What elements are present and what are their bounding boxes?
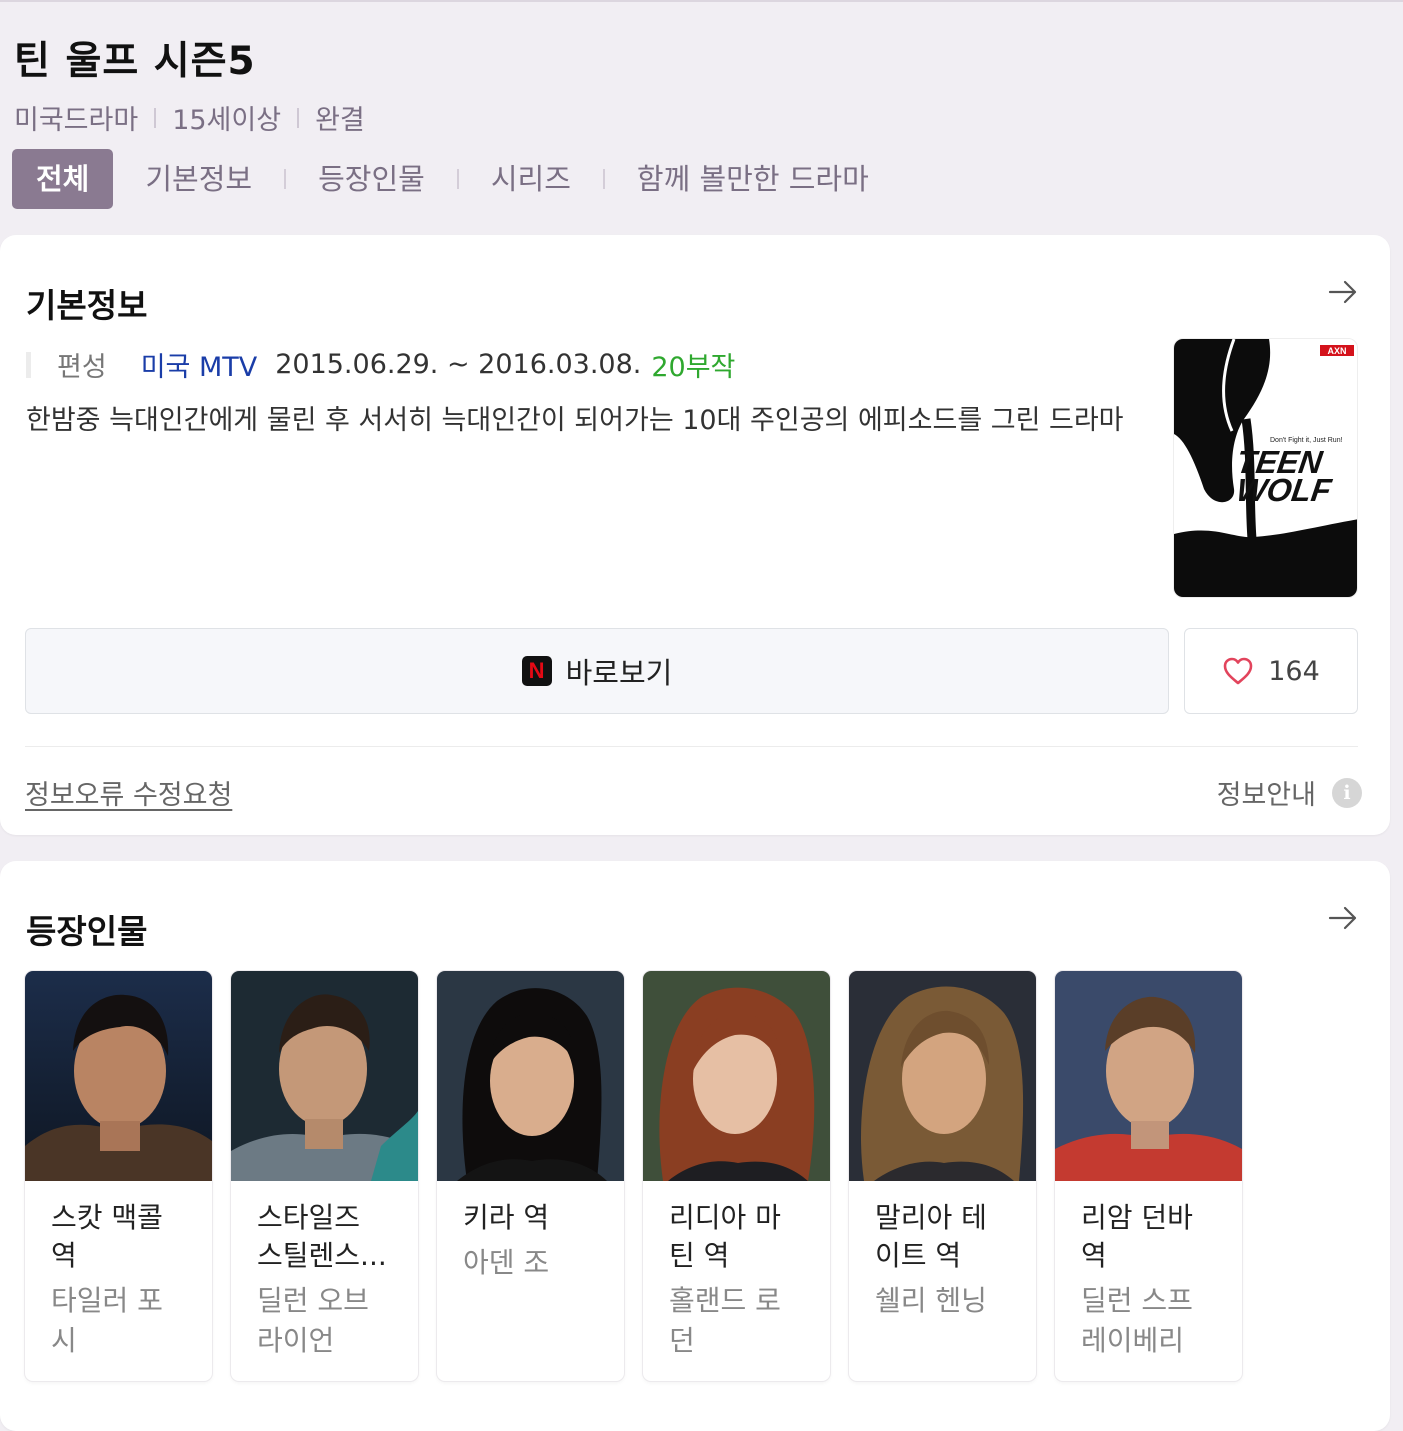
cast-actor: 아덴 조 xyxy=(463,1246,550,1279)
poster-channel: AXN xyxy=(1327,346,1346,356)
netflix-icon: N xyxy=(521,656,552,686)
info-guide-label: 정보안내 xyxy=(1216,780,1316,811)
meta-status: 완결 xyxy=(315,105,365,136)
cast-item[interactable]: 스타일즈 스틸렌스... 딜런 오브라이언 xyxy=(231,971,418,1381)
poster-art: AXN Don't Fight it, Just Run! TEEN WOLF xyxy=(1174,339,1357,597)
meta-separator xyxy=(154,107,157,128)
poster-title-2: WOLF xyxy=(1234,472,1335,508)
info-guide-button[interactable]: 정보안내 i xyxy=(1217,773,1362,812)
cast-actor: 홀랜드 로던 xyxy=(669,1284,781,1357)
meta-line: 미국드라마 15세이상 완결 xyxy=(14,98,365,137)
cast-actor: 딜런 오브라이언 xyxy=(257,1284,369,1357)
episode-count: 20부작 xyxy=(651,352,736,383)
broadcast-info: 편성 미국 MTV 2015.06.29. ~ 2016.03.08. 20부작 xyxy=(26,345,735,384)
basic-info-card: 기본정보 편성 미국 MTV 2015.06.29. ~ 2016.03.08.… xyxy=(0,235,1390,835)
arrow-right-icon[interactable] xyxy=(1326,275,1360,309)
meta-genre: 미국드라마 xyxy=(14,105,139,136)
top-border xyxy=(0,0,1403,2)
meta-rating: 15세이상 xyxy=(172,105,282,136)
cast-card: 등장인물 스캇 맥콜 역 타일러 포시 스타일즈 스틸렌스... 딜런 오브라이… xyxy=(0,861,1390,1431)
broadcast-label: 편성 xyxy=(57,352,107,383)
tab-related-dramas[interactable]: 함께 볼만한 드라마 xyxy=(605,149,901,209)
watch-button[interactable]: N 바로보기 xyxy=(25,628,1169,714)
watch-label: 바로보기 xyxy=(565,656,673,690)
tab-bar: 전체 기본정보 등장인물 시리즈 함께 볼만한 드라마 xyxy=(12,149,901,209)
synopsis: 한밤중 늑대인간에게 물린 후 서서히 늑대인간이 되어가는 10대 주인공의 … xyxy=(26,405,1124,436)
cast-photo xyxy=(849,971,1036,1181)
report-error-link[interactable]: 정보오류 수정요청 xyxy=(25,773,232,812)
cast-role: 스타일즈 스틸렌스... xyxy=(257,1201,387,1272)
heart-icon xyxy=(1223,657,1253,685)
cast-photo xyxy=(231,971,418,1181)
page-title: 틴 울프 시즌5 xyxy=(14,39,256,84)
info-icon: i xyxy=(1332,777,1362,808)
cast-item[interactable]: 키라 역 아덴 조 xyxy=(437,971,624,1381)
tab-cast[interactable]: 등장인물 xyxy=(286,149,457,209)
cast-role: 말리아 테이트 역 xyxy=(875,1201,987,1272)
divider xyxy=(25,746,1358,747)
cast-role: 리암 던바 역 xyxy=(1081,1201,1193,1272)
tab-all[interactable]: 전체 xyxy=(12,149,114,209)
cast-item[interactable]: 스캇 맥콜 역 타일러 포시 xyxy=(25,971,212,1381)
cast-role: 키라 역 xyxy=(463,1201,550,1234)
cast-actor: 타일러 포시 xyxy=(51,1284,163,1357)
cast-item[interactable]: 리암 던바 역 딜런 스프레이베리 xyxy=(1055,971,1242,1381)
cast-photo xyxy=(1055,971,1242,1181)
cast-actor: 딜런 스프레이베리 xyxy=(1081,1284,1193,1357)
cast-actor: 쉘리 헨닝 xyxy=(875,1284,987,1317)
tab-series[interactable]: 시리즈 xyxy=(459,149,603,209)
cast-photo xyxy=(437,971,624,1181)
arrow-right-icon[interactable] xyxy=(1326,901,1360,935)
air-dates: 2015.06.29. ~ 2016.03.08. xyxy=(275,349,642,380)
poster-image[interactable]: AXN Don't Fight it, Just Run! TEEN WOLF xyxy=(1173,338,1358,598)
cast-role: 스캇 맥콜 역 xyxy=(51,1201,163,1272)
meta-separator xyxy=(297,107,300,128)
tab-basic-info[interactable]: 기본정보 xyxy=(113,149,284,209)
cast-photo xyxy=(25,971,212,1181)
cast-list: 스캇 맥콜 역 타일러 포시 스타일즈 스틸렌스... 딜런 오브라이언 키라 … xyxy=(25,971,1242,1381)
netflix-letter: N xyxy=(528,658,545,683)
info-bar xyxy=(26,351,31,378)
cast-role: 리디아 마틴 역 xyxy=(669,1201,781,1272)
cast-item[interactable]: 리디아 마틴 역 홀랜드 로던 xyxy=(643,971,830,1381)
basic-info-title: 기본정보 xyxy=(26,286,148,325)
cast-photo xyxy=(643,971,830,1181)
cast-item[interactable]: 말리아 테이트 역 쉘리 헨닝 xyxy=(849,971,1036,1381)
cast-title: 등장인물 xyxy=(26,912,148,951)
like-button[interactable]: 164 xyxy=(1184,628,1358,714)
poster-tagline: Don't Fight it, Just Run! xyxy=(1270,437,1343,444)
network-link[interactable]: 미국 MTV xyxy=(141,345,258,384)
header: 틴 울프 시즌5 미국드라마 15세이상 완결 xyxy=(14,38,1394,136)
like-count: 164 xyxy=(1268,655,1320,687)
